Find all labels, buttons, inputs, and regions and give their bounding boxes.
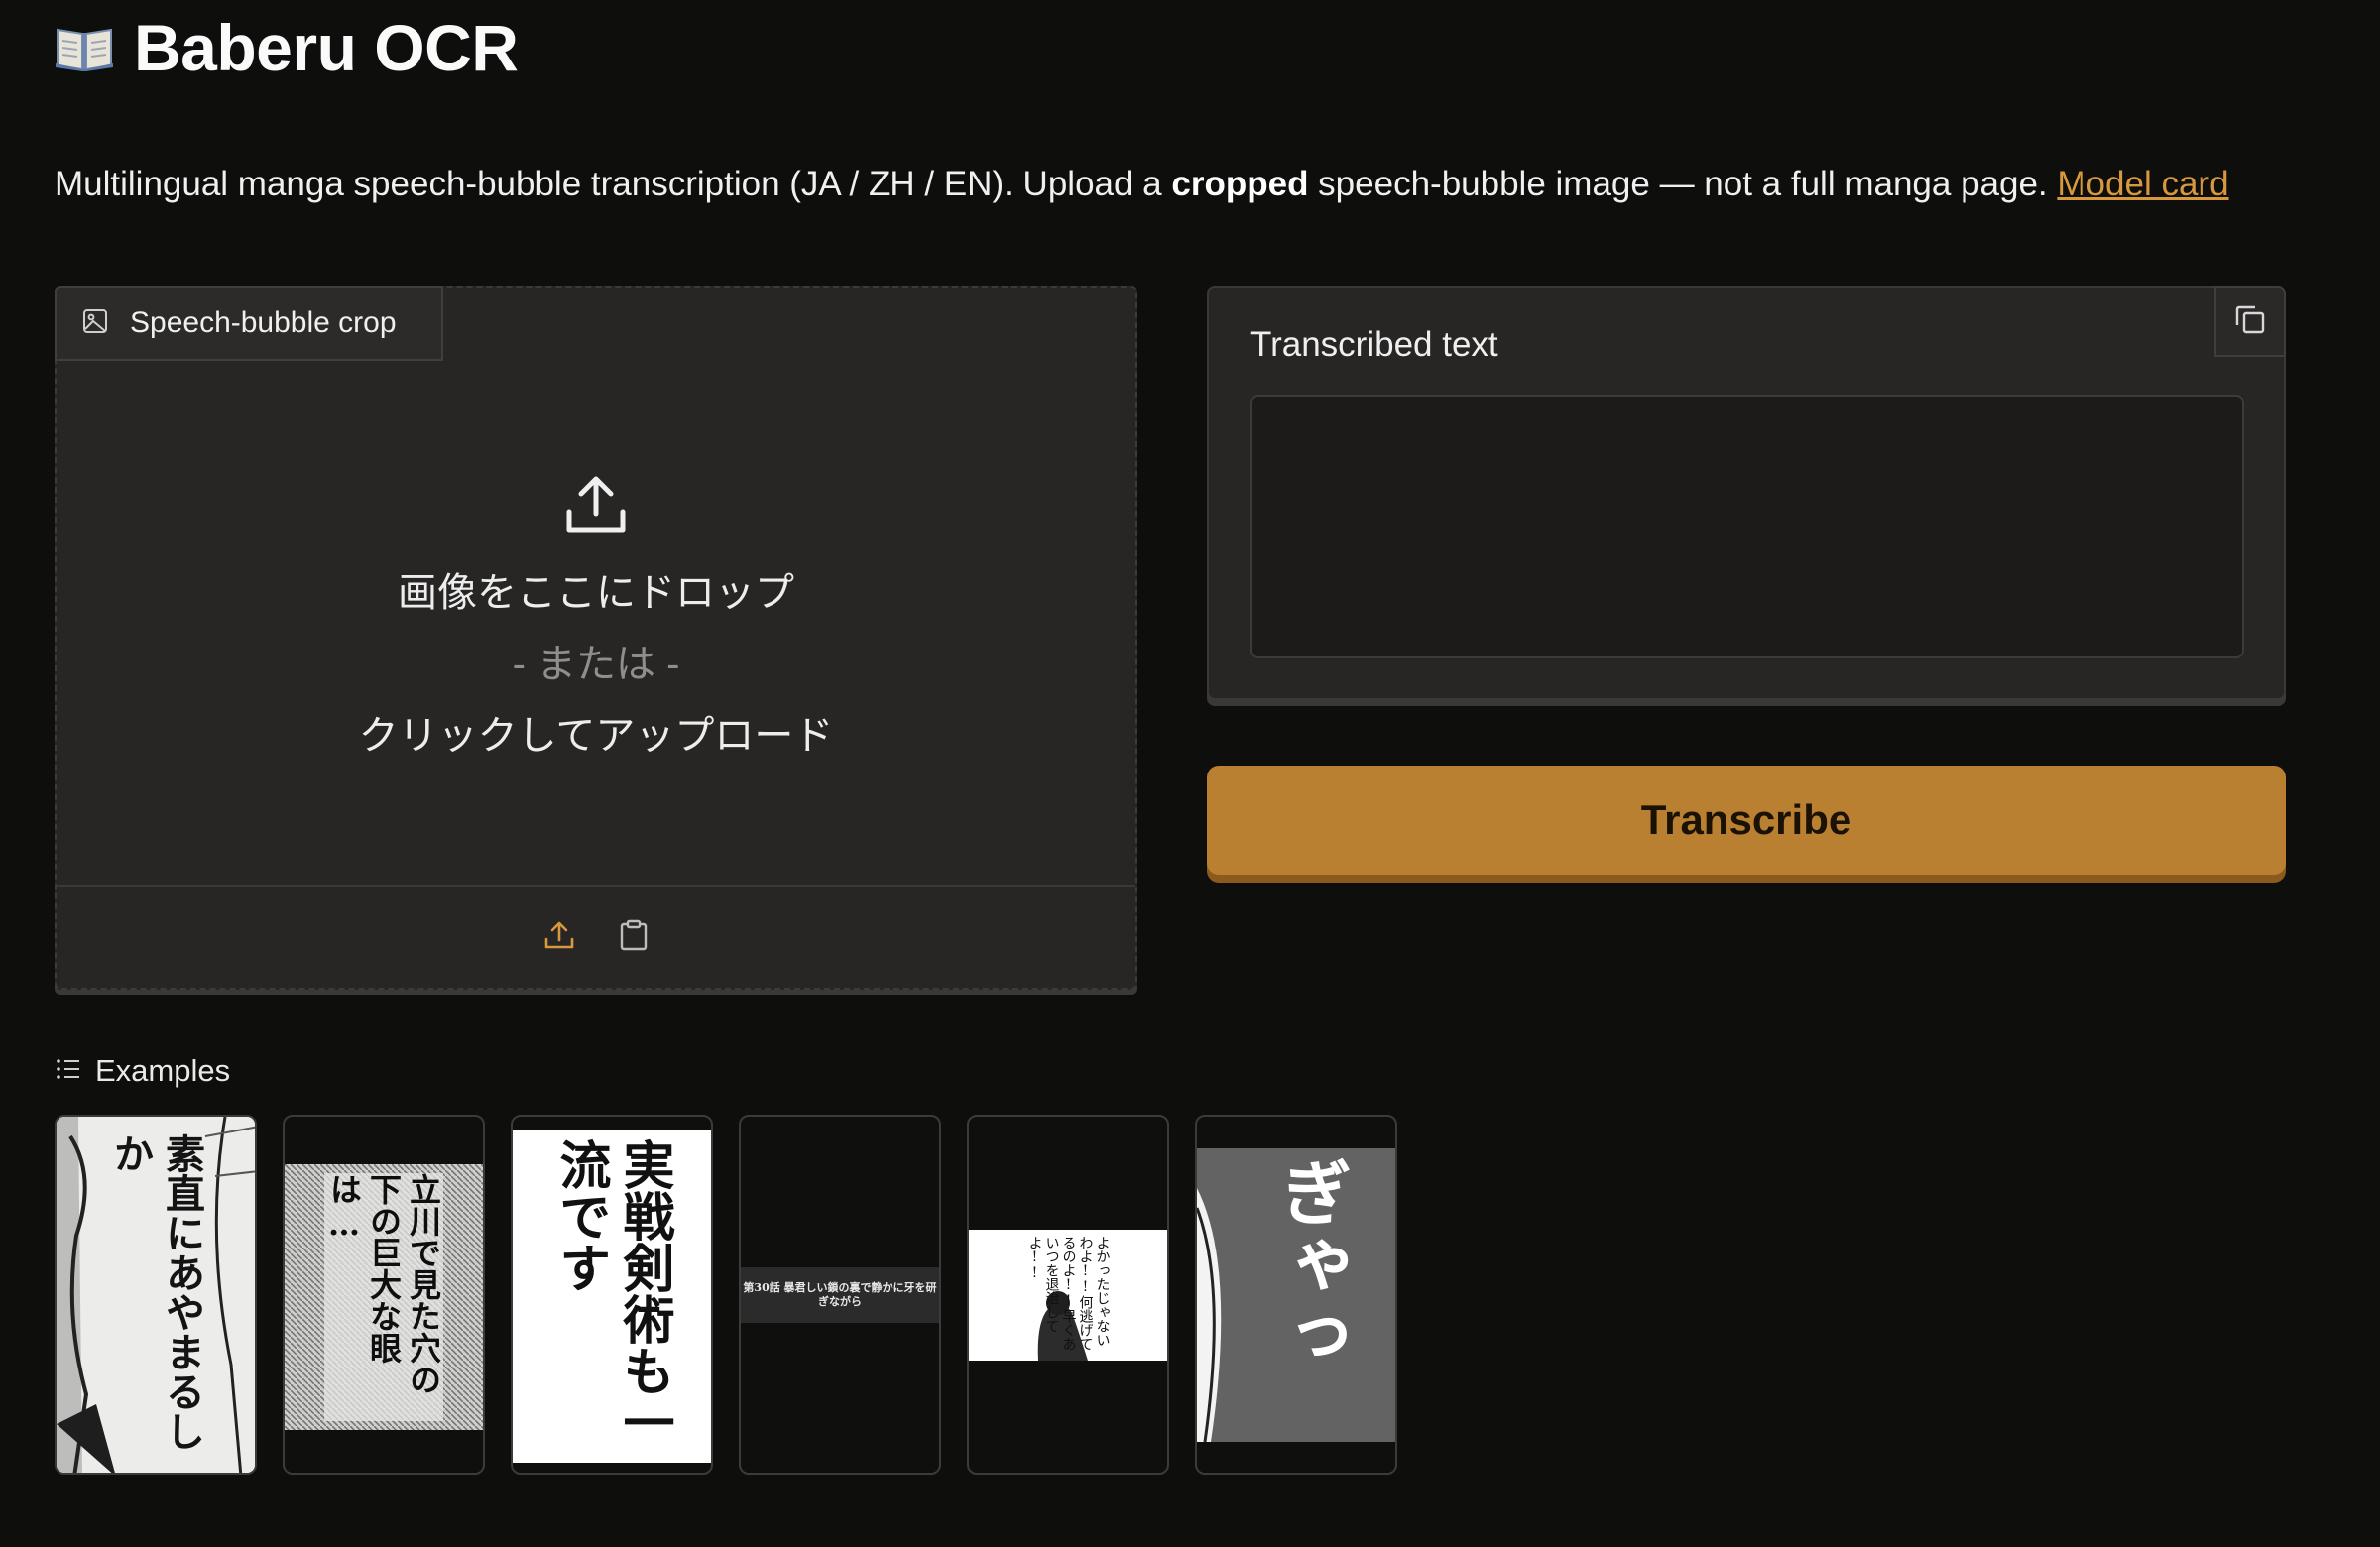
- book-icon: [55, 24, 114, 71]
- upload-tab-label: Speech-bubble crop: [130, 306, 397, 339]
- example-thumbnail[interactable]: 実戦剣術も一流です: [511, 1115, 713, 1475]
- example-image: 立川で見た穴の下の巨大な眼は…: [285, 1164, 483, 1430]
- example-thumbnail[interactable]: ぎゃっ: [1195, 1115, 1397, 1475]
- upload-panel-tab: Speech-bubble crop: [55, 286, 443, 361]
- drop-instruction: 画像をここにドロップ: [398, 570, 794, 615]
- output-panel: Transcribed text: [1207, 286, 2286, 700]
- example-image: 第30話 暴君しい鎖の裏で静かに牙を研ぎながら: [741, 1267, 939, 1323]
- examples-gallery: 素直にあやまるしか 立川で見た穴の下の巨大な眼は… 実戦剣術も一流です 第30話…: [55, 1115, 1397, 1475]
- example-caption: よかったじゃないわよ!!何逃げてるのよ!!早くあいつを退治してよ!!: [1026, 1236, 1111, 1351]
- or-separator: - または -: [512, 642, 680, 686]
- example-image: 素直にあやまるしか: [57, 1117, 255, 1473]
- examples-header: Examples: [56, 1053, 230, 1089]
- upload-icon[interactable]: [543, 919, 575, 956]
- transcribed-text-output[interactable]: [1250, 395, 2244, 658]
- output-label: Transcribed text: [1250, 325, 1498, 364]
- page-title: Baberu OCR: [134, 11, 519, 84]
- description: Multilingual manga speech-bubble transcr…: [55, 165, 2229, 204]
- click-instruction: クリックしてアップロード: [358, 713, 834, 758]
- example-thumbnail[interactable]: 素直にあやまるしか: [55, 1115, 257, 1475]
- examples-label: Examples: [95, 1053, 231, 1088]
- example-caption: 素直にあやまるしか: [107, 1132, 205, 1451]
- example-caption: 実戦剣術も一流です: [550, 1137, 674, 1448]
- app-title: Baberu OCR: [55, 10, 519, 85]
- upload-icon: [563, 472, 629, 542]
- example-image: よかったじゃないわよ!!何逃げてるのよ!!早くあいつを退治してよ!!: [969, 1230, 1167, 1361]
- list-icon: [56, 1057, 81, 1086]
- example-thumbnail[interactable]: よかったじゃないわよ!!何逃げてるのよ!!早くあいつを退治してよ!!: [967, 1115, 1169, 1475]
- example-caption: 第30話 暴君しい鎖の裏で静かに牙を研ぎながら: [743, 1281, 937, 1308]
- copy-button[interactable]: [2214, 286, 2286, 357]
- model-card-link[interactable]: Model card: [2057, 165, 2228, 203]
- description-bold: cropped: [1171, 165, 1309, 203]
- description-suffix: speech-bubble image — not a full manga p…: [1308, 165, 2058, 203]
- example-caption: 立川で見た穴の下の巨大な眼は…: [324, 1173, 443, 1421]
- example-thumbnail[interactable]: 第30話 暴君しい鎖の裏で静かに牙を研ぎながら: [739, 1115, 941, 1475]
- image-upload-panel: Speech-bubble crop 画像をここにドロップ - または - クリ…: [55, 286, 1137, 990]
- example-caption: ぎゃっ: [1266, 1156, 1351, 1370]
- copy-icon: [2233, 302, 2267, 341]
- example-image: 実戦剣術も一流です: [513, 1130, 711, 1463]
- example-image: ぎゃっ: [1197, 1148, 1395, 1442]
- example-thumbnail[interactable]: 立川で見た穴の下の巨大な眼は…: [283, 1115, 485, 1475]
- description-prefix: Multilingual manga speech-bubble transcr…: [55, 165, 1172, 203]
- image-icon: [82, 308, 108, 339]
- transcribe-button[interactable]: Transcribe: [1207, 766, 2286, 875]
- clipboard-icon[interactable]: [619, 919, 649, 956]
- image-drop-zone[interactable]: 画像をここにドロップ - または - クリックしてアップロード: [57, 361, 1135, 871]
- upload-footer: [57, 885, 1135, 988]
